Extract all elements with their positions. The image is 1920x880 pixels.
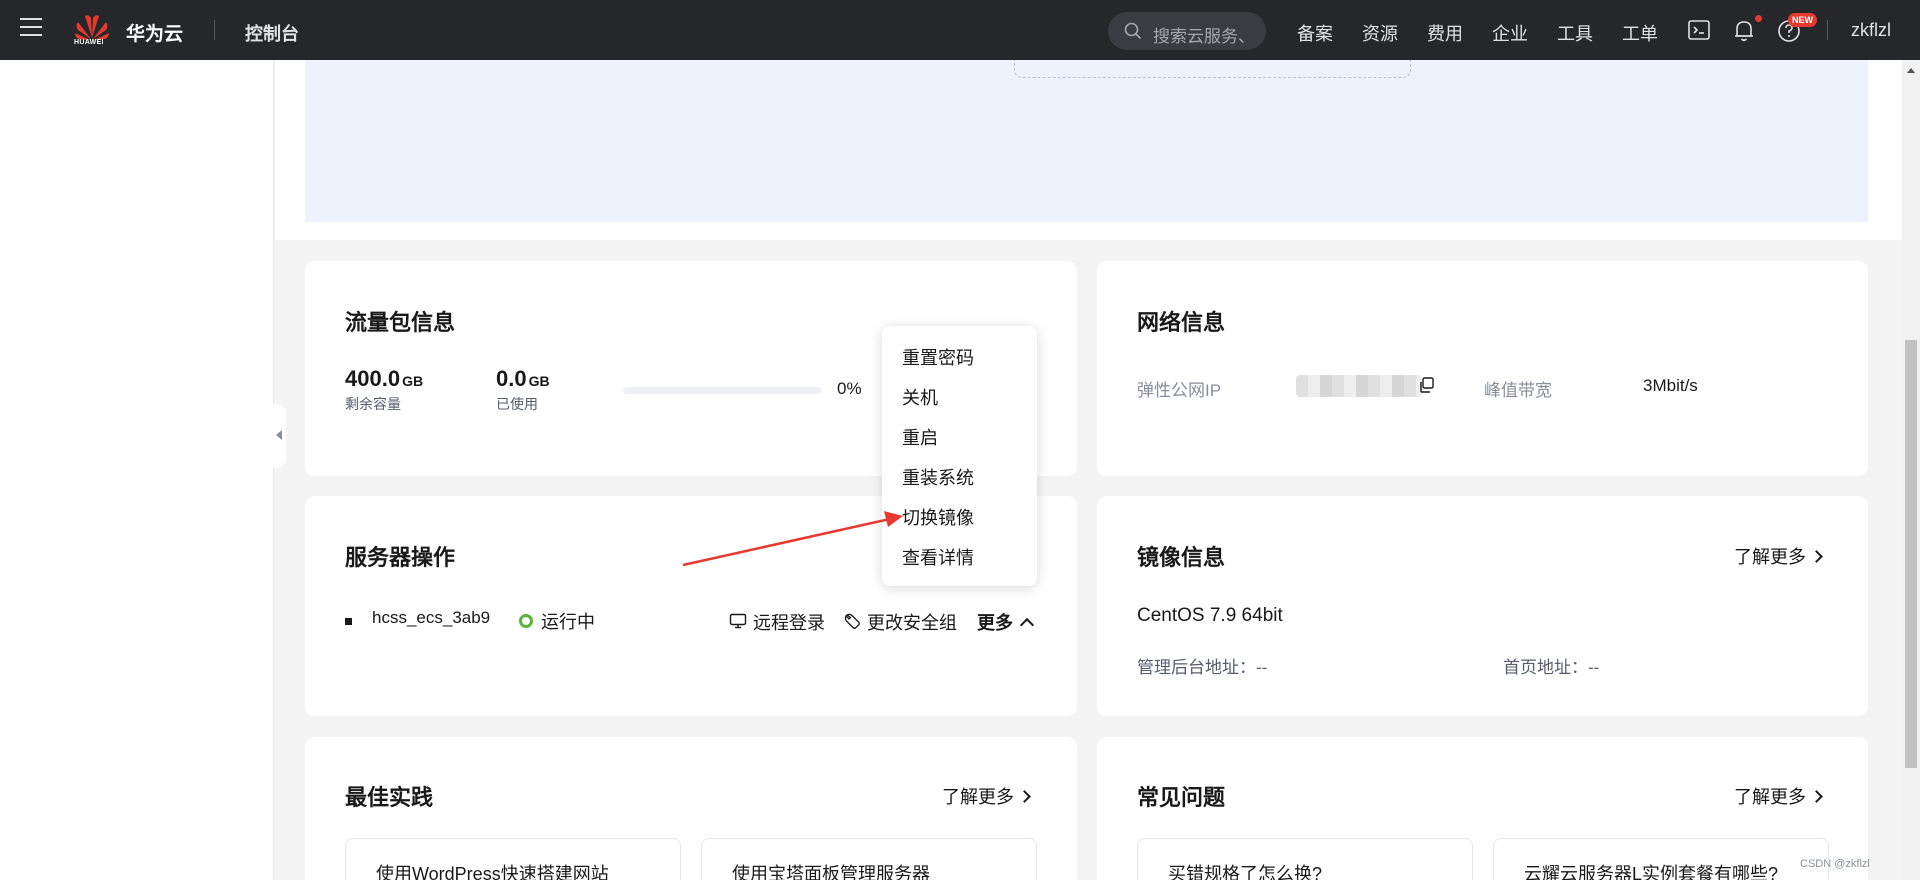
notification-dot xyxy=(1755,15,1762,22)
nav-link-tickets[interactable]: 工单 xyxy=(1622,20,1658,46)
nav-link-filing[interactable]: 备案 xyxy=(1297,20,1333,46)
bell-icon[interactable] xyxy=(1731,17,1757,43)
admin-url: 管理后台地址：-- xyxy=(1137,658,1268,677)
practice-item-label: 使用WordPress快速搭建网站 xyxy=(376,864,609,880)
new-badge: NEW xyxy=(1788,13,1817,27)
menu-item-switch-image[interactable]: 切换镜像 xyxy=(902,504,974,530)
nav-link-resources[interactable]: 资源 xyxy=(1362,20,1398,46)
server-ops-title: 服务器操作 xyxy=(345,545,456,570)
public-ip-value-blurred xyxy=(1296,375,1422,397)
logo-wordmark: HUAWEI xyxy=(74,39,104,46)
traffic-title: 流量包信息 xyxy=(345,310,456,335)
wrench-icon xyxy=(844,613,860,629)
more-dropdown-menu: 重置密码 关机 重启 重装系统 切换镜像 查看详情 xyxy=(882,326,1037,586)
hero-banner xyxy=(305,60,1868,222)
faq-item-label: 买错规格了怎么换? xyxy=(1168,864,1323,880)
used-label: 已使用 xyxy=(496,396,538,412)
bandwidth-label: 峰值带宽 xyxy=(1484,381,1552,400)
practice-item[interactable]: 使用宝塔面板管理服务器 xyxy=(701,838,1037,880)
faq-item[interactable]: 买错规格了怎么换? xyxy=(1137,838,1473,880)
faq-title: 常见问题 xyxy=(1137,785,1226,810)
chevron-right-icon xyxy=(1018,789,1031,803)
chevron-right-icon xyxy=(1810,549,1823,563)
remaining-capacity: 400.0 GB xyxy=(345,366,424,391)
search-icon xyxy=(1124,22,1142,40)
practice-item-label: 使用宝塔面板管理服务器 xyxy=(732,864,930,880)
hero-dashed-box xyxy=(1014,60,1411,78)
best-practice-title: 最佳实践 xyxy=(345,785,434,810)
chevron-right-icon xyxy=(1810,789,1823,803)
faq-item[interactable]: 云耀云服务器L实例套餐有哪些? xyxy=(1493,838,1829,880)
more-button[interactable]: 更多 xyxy=(977,609,1013,635)
best-practice-learn-more-link[interactable]: 了解更多 xyxy=(942,783,1031,809)
side-panel xyxy=(0,60,274,880)
image-learn-more-link[interactable]: 了解更多 xyxy=(1734,543,1823,569)
scrollbar-thumb[interactable] xyxy=(1905,340,1917,768)
nav-divider xyxy=(214,20,215,40)
nav-link-billing[interactable]: 费用 xyxy=(1427,20,1463,46)
menu-item-reinstall-os[interactable]: 重装系统 xyxy=(902,464,974,490)
status-text: 运行中 xyxy=(541,612,595,632)
practice-item[interactable]: 使用WordPress快速搭建网站 xyxy=(345,838,681,880)
user-menu[interactable]: zkflzl xyxy=(1851,20,1891,41)
remaining-label: 剩余容量 xyxy=(345,396,401,412)
terminal-icon[interactable] xyxy=(1686,17,1712,43)
server-bullet xyxy=(345,618,352,625)
menu-item-shutdown[interactable]: 关机 xyxy=(902,384,938,410)
image-title: 镜像信息 xyxy=(1137,545,1226,570)
public-ip-label: 弹性公网IP xyxy=(1137,381,1222,400)
menu-item-restart[interactable]: 重启 xyxy=(902,424,938,450)
change-security-group-button[interactable]: 更改安全组 xyxy=(867,609,957,635)
scroll-up-arrow-icon[interactable] xyxy=(1907,68,1915,73)
network-card xyxy=(1097,261,1868,476)
usage-percent: 0% xyxy=(837,379,862,398)
running-status-icon xyxy=(519,614,533,628)
console-link[interactable]: 控制台 xyxy=(245,20,299,46)
watermark: CSDN @zkflzl xyxy=(1800,858,1870,870)
faq-learn-more-link[interactable]: 了解更多 xyxy=(1734,783,1823,809)
nav-divider xyxy=(1827,20,1828,40)
nav-link-tools[interactable]: 工具 xyxy=(1557,20,1593,46)
collapse-arrow-icon xyxy=(276,430,282,440)
usage-progress-bar xyxy=(623,387,821,394)
brand-name[interactable]: 华为云 xyxy=(126,19,183,46)
remote-login-button[interactable]: 远程登录 xyxy=(753,609,825,635)
search-box[interactable]: 搜索云服务、 xyxy=(1108,12,1266,50)
remote-login-icon xyxy=(729,613,747,629)
server-name: hcss_ecs_3ab9 xyxy=(372,608,491,627)
faq-item-label: 云耀云服务器L实例套餐有哪些? xyxy=(1524,864,1779,880)
menu-item-reset-password[interactable]: 重置密码 xyxy=(902,344,974,370)
network-title: 网络信息 xyxy=(1137,310,1226,335)
menu-item-view-details[interactable]: 查看详情 xyxy=(902,544,974,570)
used-capacity: 0.0 GB xyxy=(496,366,550,391)
nav-link-enterprise[interactable]: 企业 xyxy=(1492,20,1528,46)
home-url: 首页地址：-- xyxy=(1503,658,1600,677)
image-os: CentOS 7.9 64bit xyxy=(1137,605,1283,626)
bandwidth-value: 3Mbit/s xyxy=(1643,376,1698,395)
top-nav-bar: HUAWEI 华为云 控制台 搜索云服务、 备案 资源 费用 企业 工具 工单 … xyxy=(0,0,1920,60)
search-input[interactable]: 搜索云服务、 xyxy=(1153,22,1255,47)
copy-icon[interactable] xyxy=(1418,376,1436,394)
menu-icon[interactable] xyxy=(20,18,42,40)
